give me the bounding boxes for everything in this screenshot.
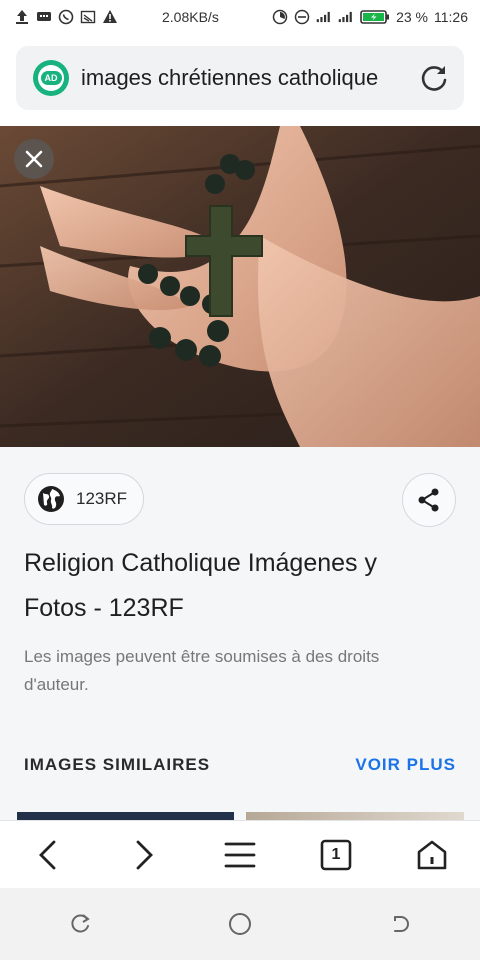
net-speed: 2.08KB/s (162, 9, 219, 25)
forward-icon[interactable] (120, 831, 168, 879)
share-icon[interactable] (402, 473, 456, 527)
result-details: 123RF Religion Catholique Imágenes y Fot… (0, 447, 480, 820)
similar-image-thumbnail[interactable] (246, 812, 464, 820)
battery-level: 23 % (396, 9, 428, 25)
address-bar[interactable]: AD images chrétiennes catholique (16, 46, 464, 110)
similar-images-heading: IMAGES SIMILAIRES (24, 755, 211, 774)
home-icon[interactable] (408, 831, 456, 879)
dnd-icon (294, 9, 310, 25)
see-more-link[interactable]: VOIR PLUS (355, 755, 456, 775)
battery-charging-icon (360, 9, 390, 25)
signal-icon (316, 9, 332, 25)
reload-icon[interactable] (418, 62, 450, 94)
status-bar: 2.08KB/s 23 % 11:26 (0, 0, 480, 34)
globe-icon (38, 486, 64, 512)
tabs-icon[interactable]: 1 (312, 831, 360, 879)
adblock-badge[interactable]: AD (33, 60, 69, 96)
back-system-icon[interactable] (380, 904, 420, 944)
system-nav-bar (0, 888, 480, 960)
menu-icon[interactable] (216, 831, 264, 879)
browser-toolbar: 1 (0, 820, 480, 889)
adblock-badge-label: AD (40, 71, 62, 85)
copyright-notice: Les images peuvent être soumises à des d… (24, 647, 380, 694)
recents-icon[interactable] (60, 904, 100, 944)
tab-count: 1 (331, 846, 341, 863)
source-chip[interactable]: 123RF (24, 473, 144, 525)
address-bar-container: AD images chrétiennes catholique (0, 34, 480, 126)
result-image (0, 126, 480, 447)
home-circle-icon[interactable] (220, 904, 260, 944)
cast-icon (80, 9, 96, 25)
upload-icon (14, 9, 30, 25)
message-icon (36, 9, 52, 25)
source-label: 123RF (76, 489, 128, 508)
warning-icon (102, 9, 118, 25)
clock: 11:26 (434, 9, 468, 25)
similar-image-thumbnail[interactable] (17, 812, 234, 820)
data-saver-icon (272, 9, 288, 25)
url-text[interactable]: images chrétiennes catholique (81, 65, 411, 91)
back-icon[interactable] (24, 831, 72, 879)
signal-4g-icon (338, 9, 354, 25)
result-title[interactable]: Religion Catholique Imágenes y Fotos - 1… (24, 541, 444, 631)
close-icon[interactable] (14, 139, 54, 179)
whatsapp-icon (58, 9, 74, 25)
